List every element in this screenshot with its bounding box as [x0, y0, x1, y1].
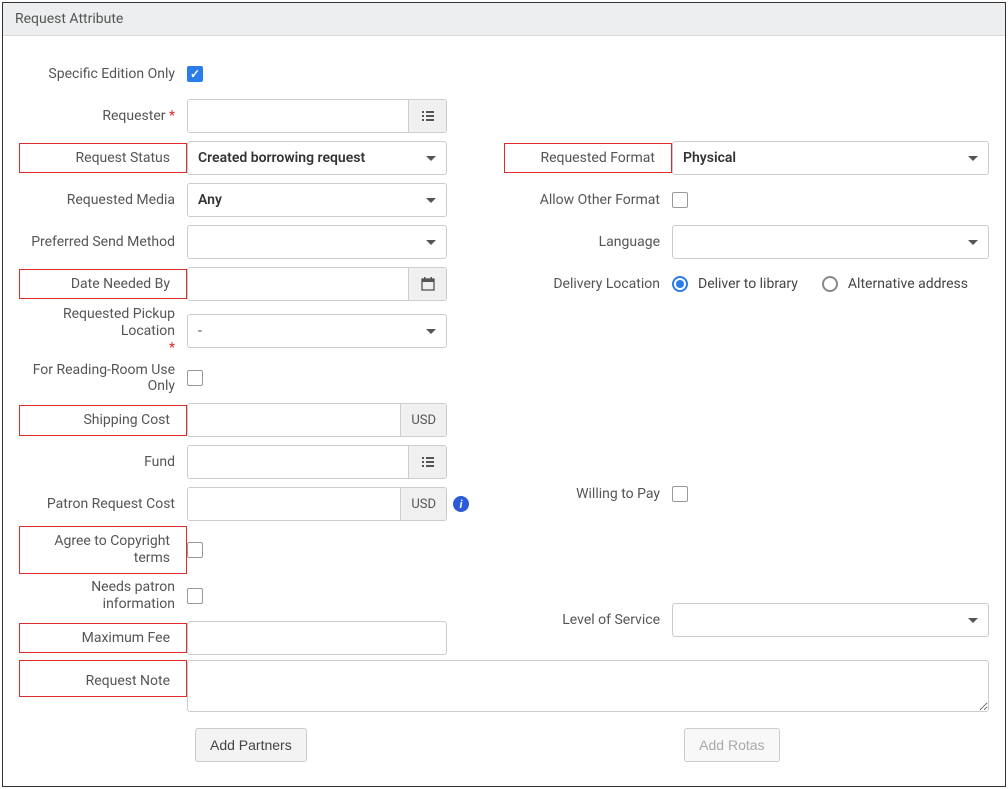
- shipping-cost-currency: USD: [400, 404, 446, 436]
- needs-patron-info-checkbox[interactable]: [187, 588, 203, 604]
- requested-format-select[interactable]: Physical: [672, 141, 989, 175]
- chevron-down-icon: [426, 156, 436, 161]
- label-shipping-cost: Shipping Cost: [19, 405, 187, 436]
- label-reading-room: For Reading-Room Use Only: [19, 362, 187, 396]
- chevron-down-icon: [968, 618, 978, 623]
- chevron-down-icon: [426, 329, 436, 334]
- requester-input-group: [187, 99, 447, 133]
- requested-pickup-location-value: -: [198, 323, 202, 339]
- list-icon: [420, 108, 436, 124]
- panel-body: Specific Edition Only Requester: [3, 36, 1005, 786]
- delivery-location-alternative-label: Alternative address: [848, 276, 968, 292]
- fund-lookup-button[interactable]: [408, 446, 446, 478]
- label-willing-to-pay: Willing to Pay: [504, 486, 672, 503]
- chevron-down-icon: [968, 240, 978, 245]
- request-status-select[interactable]: Created borrowing request: [187, 141, 447, 175]
- label-date-needed-by: Date Needed By: [19, 269, 187, 300]
- language-select[interactable]: [672, 225, 989, 259]
- label-delivery-location: Delivery Location: [504, 276, 672, 293]
- info-icon[interactable]: i: [453, 496, 469, 512]
- label-maximum-fee: Maximum Fee: [19, 623, 187, 654]
- request-note-textarea[interactable]: [187, 660, 989, 712]
- label-patron-request-cost: Patron Request Cost: [19, 496, 187, 513]
- preferred-send-method-select[interactable]: [187, 225, 447, 259]
- chevron-down-icon: [426, 240, 436, 245]
- add-rotas-button[interactable]: Add Rotas: [684, 728, 779, 762]
- label-fund: Fund: [19, 454, 187, 471]
- agree-copyright-checkbox[interactable]: [187, 542, 203, 558]
- date-needed-by-group: [187, 267, 447, 301]
- willing-to-pay-checkbox[interactable]: [672, 486, 688, 502]
- requested-media-value: Any: [198, 192, 222, 208]
- label-level-of-service: Level of Service: [504, 612, 672, 629]
- radio-checked-icon: [672, 276, 688, 292]
- label-requester: Requester: [19, 108, 187, 125]
- requester-lookup-button[interactable]: [408, 100, 446, 132]
- panel-title: Request Attribute: [3, 3, 1005, 36]
- patron-request-cost-input[interactable]: [188, 488, 400, 520]
- label-preferred-send-method: Preferred Send Method: [19, 234, 187, 251]
- label-requested-media: Requested Media: [19, 192, 187, 209]
- fund-input[interactable]: [188, 446, 408, 478]
- fund-group: [187, 445, 447, 479]
- label-requested-pickup-location: Requested Pickup Location: [19, 306, 187, 356]
- shipping-cost-input[interactable]: [188, 404, 400, 436]
- requester-input[interactable]: [188, 100, 408, 132]
- delivery-location-library-label: Deliver to library: [698, 276, 798, 292]
- reading-room-checkbox[interactable]: [187, 370, 203, 386]
- requested-media-select[interactable]: Any: [187, 183, 447, 217]
- add-partners-button[interactable]: Add Partners: [195, 728, 307, 762]
- calendar-icon: [421, 277, 435, 291]
- date-needed-by-input[interactable]: [188, 268, 408, 300]
- label-specific-edition-only: Specific Edition Only: [19, 66, 187, 83]
- allow-other-format-checkbox[interactable]: [672, 192, 688, 208]
- label-request-status: Request Status: [19, 143, 187, 174]
- maximum-fee-input[interactable]: [187, 621, 447, 655]
- delivery-location-option-alternative[interactable]: Alternative address: [822, 276, 968, 292]
- specific-edition-only-checkbox[interactable]: [187, 66, 203, 82]
- level-of-service-select[interactable]: [672, 603, 989, 637]
- delivery-location-option-library[interactable]: Deliver to library: [672, 276, 798, 292]
- request-status-value: Created borrowing request: [198, 150, 365, 166]
- chevron-down-icon: [426, 198, 436, 203]
- patron-request-cost-currency: USD: [400, 488, 446, 520]
- label-agree-copyright: Agree to Copyright terms: [19, 526, 187, 574]
- label-requested-format: Requested Format: [504, 143, 672, 174]
- label-language: Language: [504, 234, 672, 251]
- date-needed-by-calendar-button[interactable]: [408, 268, 446, 300]
- list-icon: [420, 454, 436, 470]
- requested-format-value: Physical: [683, 150, 736, 166]
- patron-request-cost-group: USD: [187, 487, 447, 521]
- radio-unchecked-icon: [822, 276, 838, 292]
- label-needs-patron-info: Needs patron information: [19, 579, 187, 613]
- label-request-note: Request Note: [19, 660, 187, 697]
- requested-pickup-location-select[interactable]: -: [187, 314, 447, 348]
- chevron-down-icon: [968, 156, 978, 161]
- shipping-cost-group: USD: [187, 403, 447, 437]
- request-attribute-panel: Request Attribute Specific Edition Only …: [2, 2, 1006, 787]
- label-allow-other-format: Allow Other Format: [504, 192, 672, 209]
